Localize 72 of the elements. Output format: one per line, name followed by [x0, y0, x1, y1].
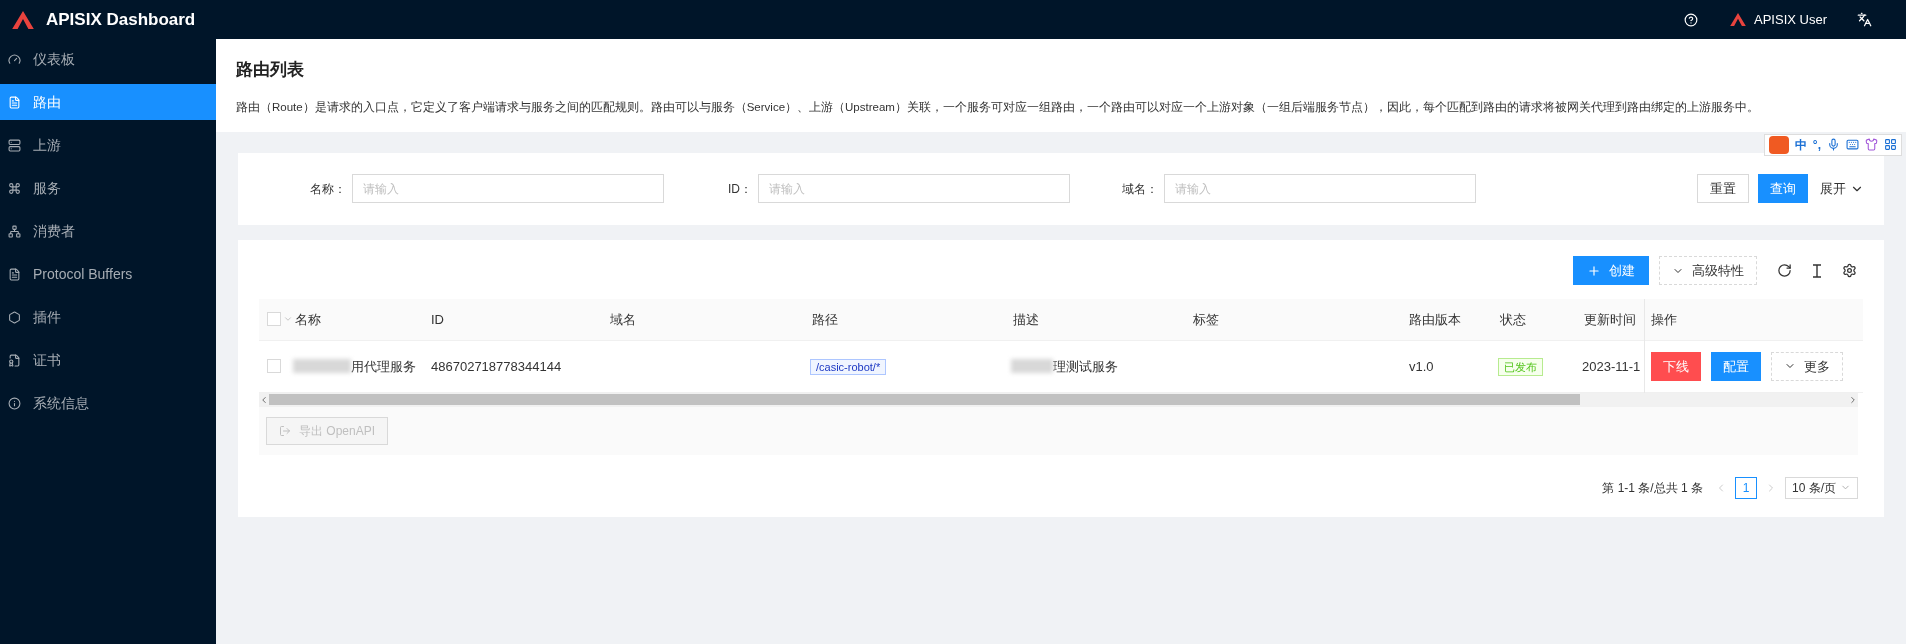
page-size-select[interactable]: 10 条/页: [1785, 476, 1858, 499]
language-icon[interactable]: [1857, 12, 1872, 27]
sidebar-item[interactable]: 消费者: [0, 213, 216, 249]
column-header: 路径: [811, 310, 839, 329]
sidebar-item[interactable]: 服务: [0, 170, 216, 206]
sidebar-item[interactable]: 系统信息: [0, 385, 216, 421]
page-title: 路由列表: [236, 59, 305, 81]
keyboard-icon[interactable]: [1846, 138, 1859, 152]
server-icon: [8, 138, 21, 152]
grid-icon[interactable]: [1884, 138, 1897, 152]
text-field[interactable]: 请输入: [1164, 174, 1476, 204]
table-cell-text: 理测试服务: [1053, 357, 1118, 376]
redaction-blur: [293, 359, 351, 374]
scroll-right-icon[interactable]: [1848, 394, 1858, 405]
column-header: 名称: [294, 310, 322, 329]
certificate-icon: [8, 353, 21, 367]
sogou-icon[interactable]: [1768, 135, 1789, 154]
input-mode[interactable]: 中: [1794, 135, 1807, 154]
reset-button[interactable]: 重置: [1697, 174, 1749, 204]
plus-icon: [1587, 263, 1601, 278]
column-header: 标签: [1192, 310, 1220, 329]
hexagon-icon: [8, 310, 21, 324]
sidebar-item[interactable]: Protocol Buffers: [0, 256, 216, 292]
sidebar-item[interactable]: 仪表板: [0, 41, 216, 77]
field-label: 域名：: [1122, 180, 1158, 198]
column-header: 路由版本: [1408, 310, 1462, 329]
punctuation-mode[interactable]: °,: [1812, 135, 1821, 154]
sidebar-item[interactable]: 上游: [0, 127, 216, 163]
help-icon[interactable]: [1684, 12, 1699, 27]
table-cell-text: 用代理服务: [351, 357, 416, 376]
column-header: 操作: [1645, 298, 1858, 341]
network-icon: [8, 224, 21, 238]
checkbox[interactable]: [267, 359, 281, 374]
status-tag: 已发布: [1498, 357, 1543, 376]
info-icon: [8, 396, 21, 410]
microphone-icon[interactable]: [1827, 138, 1840, 152]
scroll-left-icon[interactable]: [259, 394, 269, 405]
shirt-icon[interactable]: [1865, 138, 1878, 152]
command-icon: [8, 181, 21, 195]
export-icon: [279, 424, 291, 437]
sidebar-item[interactable]: 插件: [0, 299, 216, 335]
column-header: 描述: [1012, 310, 1040, 329]
column-header: 状态: [1499, 310, 1527, 329]
expand-button[interactable]: 展开: [1820, 179, 1864, 199]
action-button[interactable]: 更多: [1771, 351, 1843, 381]
table-cell-text: 486702718778344144: [430, 357, 563, 376]
path-tag: /casic-robot/*: [810, 358, 887, 375]
redaction-blur: [1011, 359, 1053, 374]
checkbox[interactable]: [267, 312, 281, 327]
user-name[interactable]: APISIX User: [1754, 9, 1827, 30]
document-icon: [8, 95, 21, 109]
table-cell-text: 2023-11-1: [1582, 357, 1642, 376]
pagination-summary: 第 1-1 条/总共 1 条: [1602, 479, 1703, 497]
text-field[interactable]: 请输入: [352, 174, 664, 204]
logo-icon: [1730, 13, 1747, 26]
app-title: APISIX Dashboard: [46, 8, 196, 31]
column-header: 更新时间: [1583, 310, 1637, 329]
column-height-icon[interactable]: [1810, 263, 1824, 278]
gauge-icon: [8, 52, 21, 66]
settings-icon[interactable]: [1842, 263, 1857, 279]
logo-icon: [12, 10, 34, 29]
column-header: 域名: [609, 310, 637, 329]
reload-icon[interactable]: [1777, 263, 1792, 279]
field-label: ID：: [728, 180, 752, 198]
sidebar-item[interactable]: 证书: [0, 342, 216, 378]
page-description: 路由（Route）是请求的入口点，它定义了客户端请求与服务之间的匹配规则。路由可以与服务（Service）、上游（Upstream）关联，一个服务可对应一组路由，一个路由可以对应一个上游对象（一组后端服务节点），因此，每个匹配到路由的请求将被网关代理到路由绑定的上游服务中。: [236, 99, 1760, 115]
field-label: 名称：: [310, 180, 346, 198]
document-icon: [8, 267, 21, 281]
advanced-button[interactable]: 高级特性: [1659, 256, 1757, 286]
column-header: ID: [430, 310, 445, 329]
table-cell-text: v1.0: [1408, 357, 1435, 376]
text-field[interactable]: 请输入: [758, 174, 1070, 204]
